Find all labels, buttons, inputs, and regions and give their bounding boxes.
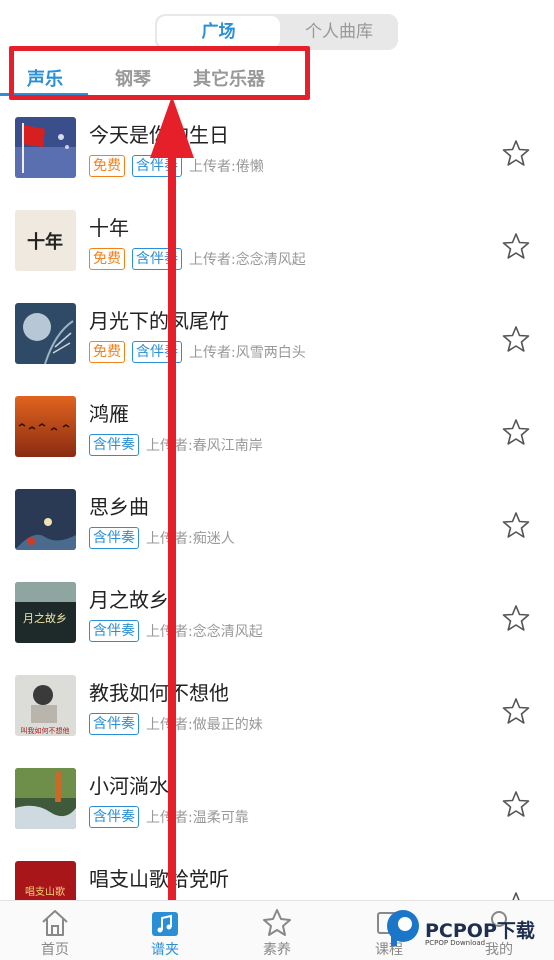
home-icon <box>42 910 68 936</box>
song-cover <box>15 768 76 829</box>
uploader-text: 上传者:念念清风起 <box>146 624 263 640</box>
logo-subtext: PCPOP Download <box>425 939 486 947</box>
segment-personal-library[interactable]: 个人曲库 <box>280 16 398 48</box>
free-badge: 免费 <box>89 155 125 177</box>
tab-label: 首页 <box>41 942 69 958</box>
song-row[interactable]: 十年 十年 免费 含伴奏 上传者:念念清风起 <box>0 200 554 293</box>
watermark-logo: PCPOP下载 PCPOP Download <box>385 906 554 956</box>
annotation-highlight-box <box>9 46 310 100</box>
song-title: 十年 <box>89 216 129 240</box>
song-title: 教我如何不想他 <box>89 681 229 705</box>
song-title: 思乡曲 <box>89 495 149 519</box>
tab-label: 素养 <box>263 942 291 958</box>
cover-text: 十年 <box>27 231 63 253</box>
uploader-text: 上传者:倦懒 <box>189 159 264 175</box>
free-badge: 免费 <box>89 341 125 363</box>
star-icon[interactable] <box>502 511 530 539</box>
tab-home[interactable]: 首页 <box>15 901 95 960</box>
song-row[interactable]: 小河淌水 含伴奏 上传者:温柔可靠 <box>0 758 554 851</box>
song-tags: 免费 含伴奏 上传者:念念清风起 <box>89 248 306 270</box>
song-cover <box>15 303 76 364</box>
song-cover: 十年 <box>15 210 76 271</box>
song-tags: 含伴奏 上传者:做最正的妹 <box>89 713 263 735</box>
accompaniment-badge: 含伴奏 <box>89 527 139 549</box>
song-row[interactable]: 月之故乡 月之故乡 含伴奏 上传者:念念清风起 <box>0 572 554 665</box>
song-row[interactable]: 叫我如何不想他 教我如何不想他 含伴奏 上传者:做最正的妹 <box>0 665 554 758</box>
cover-text: 月之故乡 <box>23 611 67 625</box>
segment-square[interactable]: 广场 <box>157 16 280 48</box>
star-icon[interactable] <box>502 418 530 446</box>
tab-score-folder[interactable]: 谱夹 <box>125 901 205 960</box>
tab-label: 谱夹 <box>151 942 179 958</box>
song-tags: 含伴奏 上传者:念念清风起 <box>89 620 263 642</box>
cover-text: 唱支山歌 <box>25 885 65 898</box>
song-cover <box>15 489 76 550</box>
cover-text: 叫我如何不想他 <box>21 726 70 735</box>
song-title: 月之故乡 <box>89 588 169 612</box>
star-icon[interactable] <box>502 325 530 353</box>
song-tags: 免费 含伴奏 上传者:倦懒 <box>89 155 264 177</box>
tab-literacy[interactable]: 素养 <box>237 901 317 960</box>
song-cover: 月之故乡 <box>15 582 76 643</box>
song-row[interactable]: 鸿雁 含伴奏 上传者:春风江南岸 <box>0 386 554 479</box>
uploader-text: 上传者:做最正的妹 <box>146 717 263 733</box>
free-badge: 免费 <box>89 248 125 270</box>
song-row[interactable]: 月光下的凤尾竹 免费 含伴奏 上传者:风雪两白头 <box>0 293 554 386</box>
song-row[interactable]: 思乡曲 含伴奏 上传者:痴迷人 <box>0 479 554 572</box>
uploader-text: 上传者:春风江南岸 <box>146 438 263 454</box>
star-icon[interactable] <box>502 604 530 632</box>
song-cover: 叫我如何不想他 <box>15 675 76 736</box>
song-title: 小河淌水 <box>89 774 169 798</box>
song-title: 今天是你的生日 <box>89 123 229 147</box>
song-cover <box>15 117 76 178</box>
accompaniment-badge: 含伴奏 <box>89 713 139 735</box>
top-segment-control: 广场 个人曲库 <box>155 14 398 50</box>
uploader-text: 上传者:风雪两白头 <box>189 345 306 361</box>
uploader-text: 上传者:痴迷人 <box>146 531 235 547</box>
uploader-text: 上传者:温柔可靠 <box>146 810 249 826</box>
accompaniment-badge: 含伴奏 <box>89 620 139 642</box>
song-tags: 含伴奏 上传者:痴迷人 <box>89 527 235 549</box>
star-icon[interactable] <box>502 232 530 260</box>
pcpop-logo-icon <box>387 910 419 946</box>
song-tags: 免费 含伴奏 上传者:风雪两白头 <box>89 341 306 363</box>
accompaniment-badge: 含伴奏 <box>132 248 182 270</box>
song-tags: 含伴奏 上传者:春风江南岸 <box>89 434 263 456</box>
star-badge-icon <box>263 909 291 936</box>
uploader-text: 上传者:念念清风起 <box>189 252 306 268</box>
song-cover <box>15 396 76 457</box>
song-title: 鸿雁 <box>89 402 129 426</box>
star-icon[interactable] <box>502 697 530 725</box>
accompaniment-badge: 含伴奏 <box>89 806 139 828</box>
star-icon[interactable] <box>502 790 530 818</box>
song-title: 月光下的凤尾竹 <box>89 309 229 333</box>
song-row[interactable]: 今天是你的生日 免费 含伴奏 上传者:倦懒 <box>0 107 554 200</box>
star-icon[interactable] <box>502 139 530 167</box>
music-folder-icon <box>152 912 178 936</box>
accompaniment-badge: 含伴奏 <box>132 341 182 363</box>
accompaniment-badge: 含伴奏 <box>132 155 182 177</box>
song-tags: 含伴奏 上传者:温柔可靠 <box>89 806 249 828</box>
song-title: 唱支山歌给党听 <box>89 867 229 891</box>
accompaniment-badge: 含伴奏 <box>89 434 139 456</box>
